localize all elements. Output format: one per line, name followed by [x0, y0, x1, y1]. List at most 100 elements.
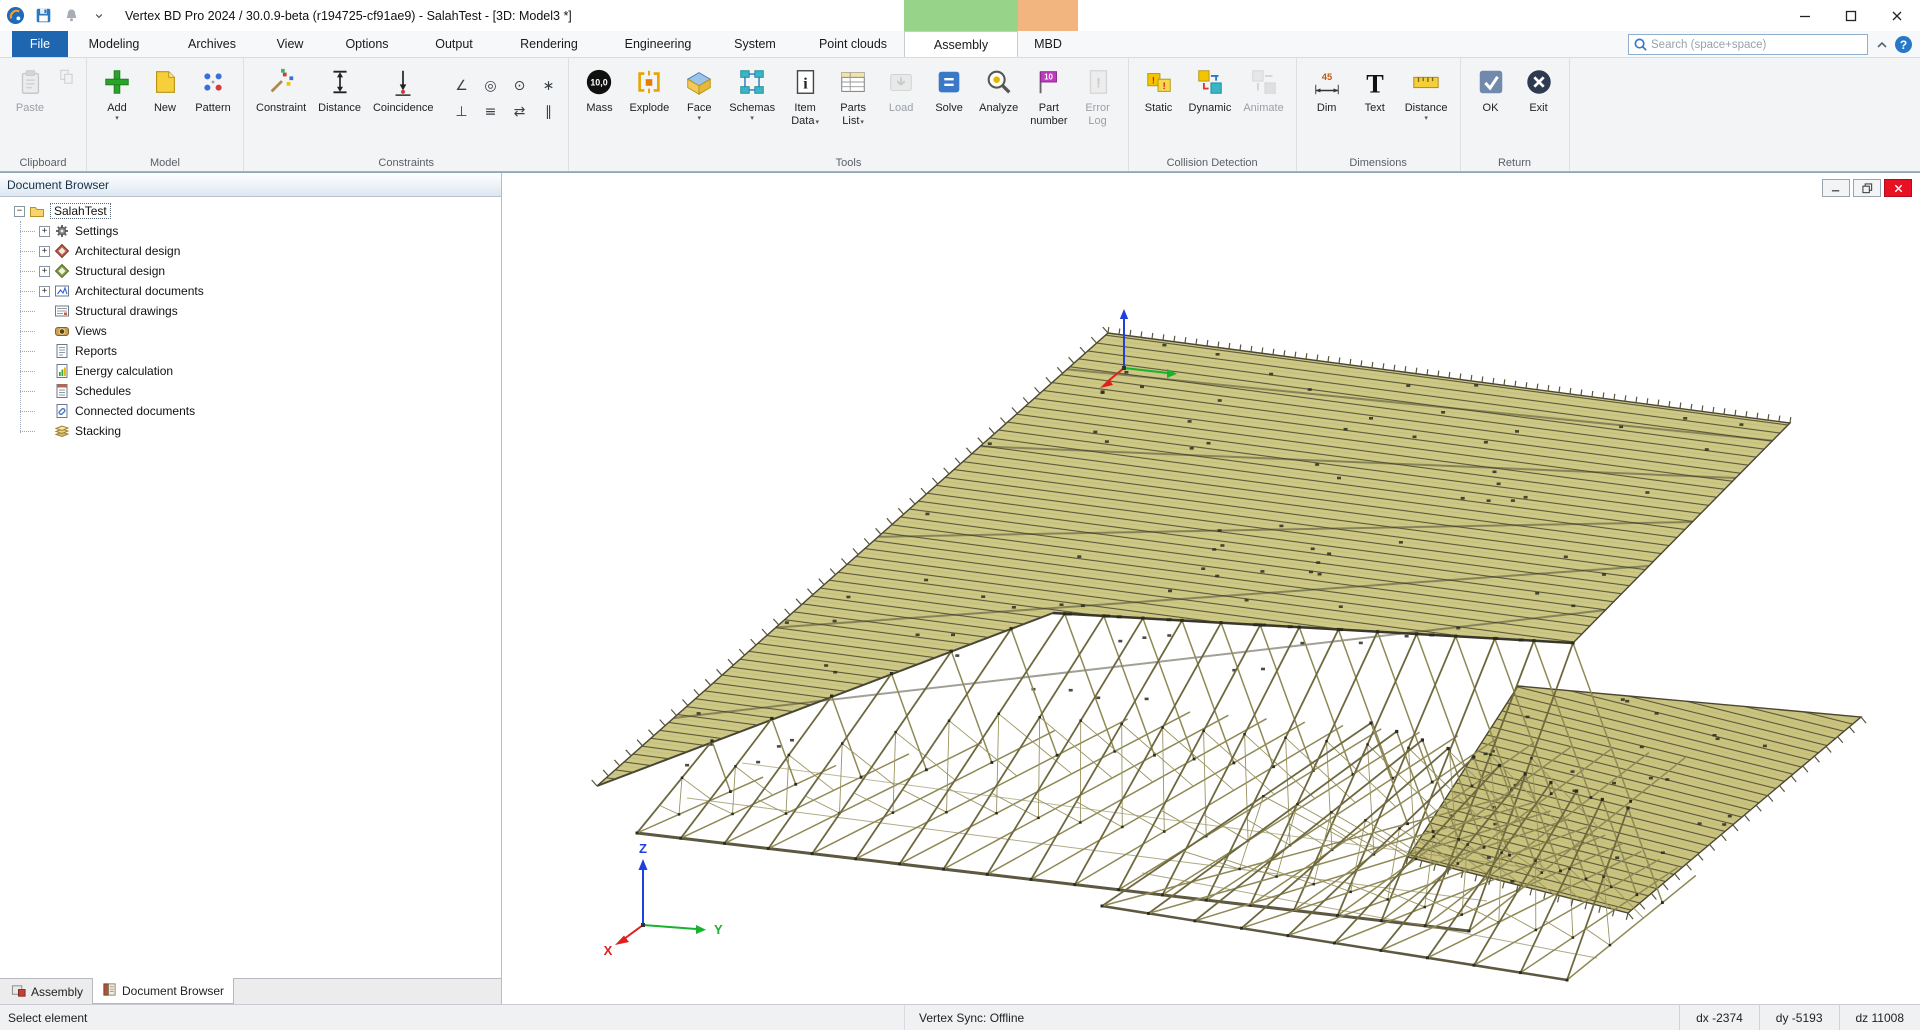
button-label: Pattern: [195, 102, 230, 114]
ribbon-button-static[interactable]: !!Static: [1135, 61, 1183, 116]
panel-tabstrip: AssemblyDocument Browser: [0, 978, 501, 1004]
tree-item-architectural-design[interactable]: +Architectural design: [0, 241, 501, 261]
energy-icon: [54, 363, 70, 379]
viewport-minimize-button[interactable]: [1822, 179, 1850, 197]
ribbon-button-analyze[interactable]: Analyze: [973, 61, 1024, 116]
struct-icon: [54, 263, 70, 279]
3d-model-canvas[interactable]: ZYX: [502, 173, 1920, 1004]
ribbon-button-solve[interactable]: Solve: [925, 61, 973, 116]
tree-item-schedules[interactable]: Schedules: [0, 381, 501, 401]
svg-text:45: 45: [1321, 72, 1331, 82]
constraint-small-tool-3-icon[interactable]: ∗: [536, 74, 560, 97]
menu-tab-output[interactable]: Output: [418, 31, 490, 57]
ribbon-button-explode[interactable]: Explode: [623, 61, 675, 116]
tree-item-architectural-documents[interactable]: +Architectural documents: [0, 281, 501, 301]
tree-item-stacking[interactable]: Stacking: [0, 421, 501, 441]
tree-toggle-expand[interactable]: +: [39, 266, 50, 277]
ribbon-button-new[interactable]: New: [141, 61, 189, 116]
maximize-button[interactable]: [1828, 0, 1874, 31]
menu-tab-mbd[interactable]: MBD: [1018, 31, 1078, 57]
window-controls: [1782, 0, 1920, 31]
ribbon-button-distance-dim[interactable]: Distance▾: [1399, 61, 1454, 124]
notifications-bell-icon[interactable]: [61, 6, 81, 26]
button-label: Distance: [1405, 102, 1448, 114]
tree-toggle-expand[interactable]: +: [39, 246, 50, 257]
tree-toggle-collapse[interactable]: −: [14, 206, 25, 217]
ribbon-button-item-data[interactable]: iItemData▾: [781, 61, 829, 130]
constraint-small-tool-0-icon[interactable]: ∠: [449, 74, 473, 97]
tree-item-structural-drawings[interactable]: Structural drawings: [0, 301, 501, 321]
tree-item-settings[interactable]: +Settings: [0, 221, 501, 241]
tree-item-energy-calculation[interactable]: Energy calculation: [0, 361, 501, 381]
tree-item-views[interactable]: Views: [0, 321, 501, 341]
tree-item-connected-documents[interactable]: Connected documents: [0, 401, 501, 421]
ribbon-button-add[interactable]: Add▾: [93, 61, 141, 124]
constraint-small-tool-5-icon[interactable]: ≡: [478, 100, 502, 123]
minimize-button[interactable]: [1782, 0, 1828, 31]
panel-tab-assembly[interactable]: Assembly: [2, 979, 92, 1004]
tree-item-structural-design[interactable]: +Structural design: [0, 261, 501, 281]
search-input[interactable]: [1651, 39, 1863, 51]
menu-tab-view[interactable]: View: [264, 31, 316, 57]
constraint-small-tool-6-icon[interactable]: ⇄: [507, 100, 531, 123]
viewport-restore-button[interactable]: [1853, 179, 1881, 197]
close-button[interactable]: [1874, 0, 1920, 31]
ribbon-group-model: Add▾NewPatternModel: [87, 58, 244, 171]
ribbon-button-copy[interactable]: [54, 61, 80, 92]
menu-tab-assembly[interactable]: Assembly: [904, 31, 1018, 57]
constraint-small-tool-7-icon[interactable]: ∥: [536, 100, 560, 123]
tree-item-reports[interactable]: Reports: [0, 341, 501, 361]
save-icon[interactable]: [33, 6, 53, 26]
ribbon-button-distance[interactable]: Distance: [312, 61, 367, 116]
ribbon-button-part-number[interactable]: 10Partnumber: [1024, 61, 1073, 129]
menu-tab-rendering[interactable]: Rendering: [490, 31, 608, 57]
app-logo-icon[interactable]: [5, 6, 25, 26]
schedules-icon: [54, 383, 70, 399]
menu-tab-engineering[interactable]: Engineering: [608, 31, 708, 57]
add-icon: [102, 67, 132, 102]
tree-item-label: Reports: [75, 344, 117, 358]
ribbon-button-exit[interactable]: Exit: [1515, 61, 1563, 116]
ribbon-button-animate[interactable]: Animate: [1237, 61, 1289, 116]
tree-toggle-expand[interactable]: +: [39, 226, 50, 237]
menu-tab-modeling[interactable]: Modeling: [68, 31, 160, 57]
dropdown-arrow-icon: ▾: [860, 119, 864, 126]
ribbon-button-schemas[interactable]: Schemas▾: [723, 61, 781, 124]
ribbon-button-load[interactable]: Load: [877, 61, 925, 116]
menu-tab-archives[interactable]: Archives: [160, 31, 264, 57]
ribbon-button-parts-list[interactable]: PartsList▾: [829, 61, 877, 130]
dropdown-arrow-icon: ▾: [750, 115, 754, 123]
ribbon-button-mass[interactable]: 10,0Mass: [575, 61, 623, 116]
quick-access-dropdown-icon[interactable]: [89, 6, 109, 26]
viewport-close-button[interactable]: [1884, 179, 1912, 197]
parts-list-icon: [838, 67, 868, 102]
ribbon-button-coincidence[interactable]: Coincidence: [367, 61, 440, 116]
ribbon-button-constraint[interactable]: Constraint: [250, 61, 312, 116]
arch-icon: [54, 243, 70, 259]
constraint-small-tool-2-icon[interactable]: ⊙: [507, 74, 531, 97]
ribbon-button-dynamic[interactable]: Dynamic: [1183, 61, 1238, 116]
ribbon-button-paste[interactable]: Paste: [6, 61, 54, 116]
button-label: Solve: [935, 102, 963, 114]
ribbon-button-dim[interactable]: 45Dim: [1303, 61, 1351, 116]
ribbon-collapse-icon[interactable]: [1875, 38, 1889, 52]
menu-tab-label: Options: [345, 37, 388, 51]
solve-icon: [934, 67, 964, 102]
ribbon-button-ok[interactable]: OK: [1467, 61, 1515, 116]
constraint-small-tool-1-icon[interactable]: ◎: [478, 74, 502, 97]
ribbon-button-error-log[interactable]: !ErrorLog: [1074, 61, 1122, 129]
menu-tab-options[interactable]: Options: [316, 31, 418, 57]
ribbon-button-face[interactable]: Face▾: [675, 61, 723, 124]
menu-tab-system[interactable]: System: [708, 31, 802, 57]
ribbon-button-pattern[interactable]: Pattern: [189, 61, 237, 116]
svg-text:!: !: [1151, 75, 1154, 85]
panel-tab-document-browser[interactable]: Document Browser: [92, 978, 234, 1004]
tree-toggle-expand[interactable]: +: [39, 286, 50, 297]
ribbon-button-text[interactable]: TText: [1351, 61, 1399, 116]
menu-tab-point-clouds[interactable]: Point clouds: [802, 31, 904, 57]
constraint-small-tool-4-icon[interactable]: ⊥: [449, 100, 473, 123]
help-icon[interactable]: ?: [1895, 36, 1912, 53]
menu-tab-file[interactable]: File: [12, 31, 68, 57]
tree-item-salahtest[interactable]: −SalahTest: [0, 201, 501, 221]
menu-tab-label: Archives: [188, 37, 236, 51]
